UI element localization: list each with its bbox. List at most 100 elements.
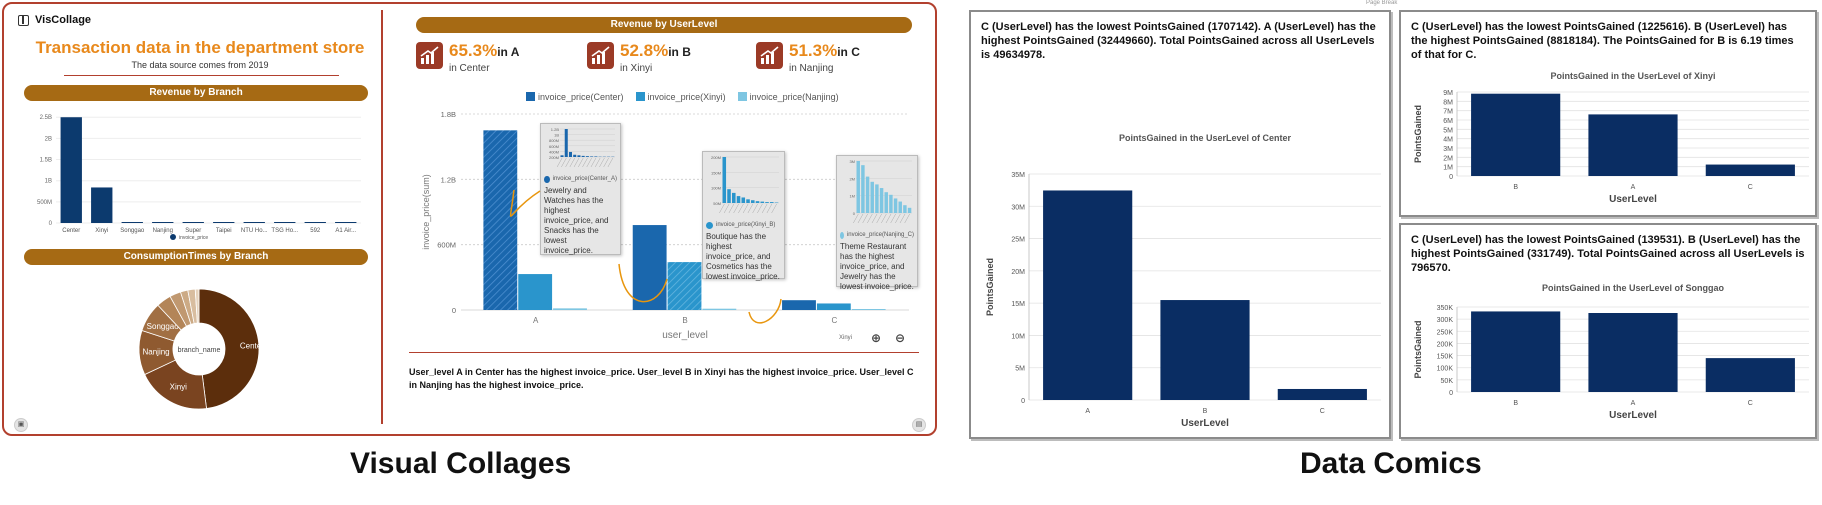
caption-visual-collages: Visual Collages [350, 447, 572, 480]
y-tick-label: 2.5B [40, 115, 52, 121]
bar [1588, 313, 1678, 392]
x-tick-label: Xinyi [95, 228, 108, 234]
kpi-level: in A [497, 45, 520, 59]
growth-chart-icon [587, 42, 614, 69]
y-axis-label: PointsGained [1413, 105, 1423, 163]
bar [1043, 190, 1133, 400]
y-tick-label: 100K [1437, 366, 1454, 373]
zoom-out-icon[interactable]: ⊖ [892, 330, 908, 346]
comic-text: C (UserLevel) has the lowest PointsGaine… [981, 21, 1376, 61]
bar [335, 222, 357, 223]
y-tick-label: 1B [45, 179, 52, 185]
kpi-branch: in Xinyi [620, 63, 653, 74]
userlevel-legend[interactable]: invoice_price(Center) invoice_price(Xiny… [526, 92, 839, 102]
legend-item-nanjing[interactable]: invoice_price(Nanjing) [737, 92, 839, 102]
comic-panel-songgao: C (UserLevel) has the lowest PointsGaine… [1399, 223, 1817, 439]
x-tick-label: TSG Ho... [271, 228, 298, 234]
bar [182, 222, 204, 223]
kpi-c: 51.3%in C in Nanjing [756, 42, 860, 74]
bar [1277, 388, 1367, 400]
bar [91, 187, 113, 223]
dashboard-subtitle: The data source comes from 2019 [131, 60, 269, 70]
y-axis-label: PointsGained [1413, 320, 1423, 378]
x-tick-label: B [1513, 400, 1518, 407]
x-tick-label: C [1748, 400, 1753, 407]
x-tick-label: A [1631, 400, 1636, 407]
x-tick-label: Songgao [120, 228, 145, 234]
x-tick-label: B [1203, 408, 1208, 415]
kpi-a: 65.3%in A in Center [416, 42, 519, 74]
y-tick-label: 1M [1443, 165, 1453, 172]
y-tick-label: 35M [1011, 172, 1025, 179]
legend-dot [170, 234, 176, 240]
y-tick-label: 2M [1443, 155, 1453, 162]
donut-center-label: branch_name [178, 347, 221, 354]
x-tick-label: NTU Ho... [241, 228, 268, 234]
growth-chart-icon [756, 42, 783, 69]
comic-text: C (UserLevel) has the lowest PointsGaine… [1411, 234, 1805, 274]
chart-toolbar-label: Xinyi [839, 335, 853, 341]
y-tick-label: 4M [1443, 137, 1453, 144]
page-break-note: Page Break [1366, 0, 1398, 6]
callout-connectors [509, 189, 782, 324]
x-tick-label: C [1748, 184, 1753, 191]
comic-text: C (UserLevel) has the lowest PointsGaine… [1411, 21, 1794, 61]
insight-text: User_level A in Center has the highest i… [409, 367, 914, 390]
bar [1471, 311, 1561, 392]
kpi-b: 52.8%in B in Xinyi [587, 42, 691, 74]
growth-chart-icon [416, 42, 443, 69]
x-tick-label: 592 [310, 228, 321, 234]
y-tick-label: 200K [1437, 341, 1454, 348]
bar [121, 222, 143, 223]
x-axis-label: UserLevel [1609, 410, 1657, 421]
y-tick-label: 1.5B [40, 158, 52, 164]
y-tick-label: 15M [1011, 301, 1025, 308]
y-tick-label: 0 [49, 221, 53, 227]
comic-panel-xinyi: C (UserLevel) has the lowest PointsGaine… [1399, 10, 1817, 217]
y-tick-label: 250K [1437, 329, 1454, 336]
x-tick-label: Center [62, 228, 80, 234]
bar [152, 222, 174, 223]
kpi-value: 51.3% [789, 41, 838, 60]
legend-item-xinyi[interactable]: invoice_price(Xinyi) [635, 92, 726, 102]
bar [60, 117, 82, 223]
y-axis-label: PointsGained [985, 258, 995, 316]
bar [1471, 93, 1561, 176]
x-axis-label: UserLevel [1609, 194, 1657, 205]
bar [304, 222, 326, 223]
x-axis-label: UserLevel [1181, 418, 1229, 429]
slice-label: Nanjing [143, 348, 170, 357]
kpi-level: in B [668, 45, 691, 59]
slice-label: Center [240, 342, 264, 351]
revenue-by-branch-chart: 0 500M 1B 1.5B 2B 2.5B Center Xinyi Songgao Nanji… [37, 115, 361, 241]
y-tick-label: 50K [1441, 378, 1454, 385]
x-tick-label: A1 Air... [335, 228, 356, 234]
y-tick-label: 150K [1437, 354, 1454, 361]
x-tick-label: Taipei [216, 228, 232, 234]
revenue-by-branch-ribbon: Revenue by Branch [24, 85, 368, 101]
legend-item-center[interactable]: invoice_price(Center) [526, 92, 624, 102]
comic-chart-center: PointsGained in the UserLevel of Center 0… [985, 133, 1381, 429]
y-tick-label: 0 [1021, 398, 1025, 405]
y-tick-label: 7M [1443, 109, 1453, 116]
save-icon[interactable]: ▤ [912, 418, 926, 432]
expand-icon[interactable]: ▣ [14, 418, 28, 432]
y-tick-label: 500M [37, 200, 52, 206]
figure-root: VisCollage Transaction data in the depar… [0, 0, 1822, 505]
slice-label: Xinyi [170, 383, 188, 392]
zoom-in-icon[interactable]: ⊕ [868, 330, 884, 346]
x-tick-label: A [1085, 408, 1090, 415]
y-tick-label: 0 [1449, 174, 1453, 181]
kpi-branch: in Nanjing [789, 63, 834, 74]
y-tick-label: 20M [1011, 269, 1025, 276]
bar [1705, 164, 1795, 176]
bar [1588, 114, 1678, 176]
caption-data-comics: Data Comics [1300, 447, 1482, 480]
y-tick-label: 5M [1015, 366, 1025, 373]
y-tick-label: 9M [1443, 90, 1453, 97]
kpi-branch: in Center [449, 63, 490, 74]
y-tick-label: 300K [1437, 317, 1454, 324]
window-icon [18, 14, 29, 26]
y-tick-label: 30M [1011, 204, 1025, 211]
consumption-times-donut: CenterXinyiNanjingSonggaobranch_name [138, 288, 264, 410]
